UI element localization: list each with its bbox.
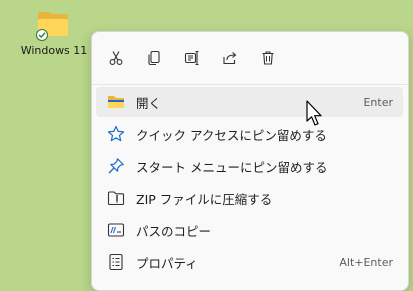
trash-icon: [262, 51, 274, 65]
zip-folder-icon: [106, 188, 126, 208]
menu-item-open[interactable]: 開く Enter: [96, 87, 403, 117]
menu-item-pin-start[interactable]: スタート メニューにピン留めする: [96, 151, 403, 181]
menu-item-shortcut: Alt+Enter: [339, 255, 393, 269]
folder-icon: [106, 92, 126, 112]
star-icon: [106, 124, 126, 144]
rename-button[interactable]: [176, 42, 208, 74]
mouse-cursor-icon: [306, 100, 322, 126]
context-menu-toolbar: [100, 42, 284, 74]
cut-button[interactable]: [100, 42, 132, 74]
menu-item-label: プロパティ: [136, 255, 198, 271]
menu-items: 開く Enter クイック アクセスにピン留めする スタート メニューにピン留め…: [96, 87, 403, 279]
rename-icon: [184, 50, 199, 66]
menu-item-label: パスのコピー: [136, 223, 212, 239]
copy-button[interactable]: [138, 42, 170, 74]
menu-item-label: スタート メニューにピン留めする: [136, 159, 328, 175]
copy-icon: [148, 50, 160, 66]
desktop-icon-label: Windows 11: [20, 44, 88, 57]
menu-item-shortcut: Enter: [363, 95, 393, 109]
share-icon: [223, 52, 237, 65]
sync-checkmark-icon: [36, 29, 48, 41]
copy-path-icon: [106, 220, 126, 240]
scissors-icon: [109, 51, 123, 65]
menu-item-compress-zip[interactable]: ZIP ファイルに圧縮する: [96, 183, 403, 213]
menu-item-pin-quick-access[interactable]: クイック アクセスにピン留めする: [96, 119, 403, 149]
menu-item-label: 開く: [136, 95, 162, 111]
menu-item-copy-path[interactable]: パスのコピー: [96, 215, 403, 245]
delete-button[interactable]: [252, 42, 284, 74]
folder-icon: [36, 12, 70, 41]
pin-icon: [106, 156, 126, 176]
desktop-folder-windows11[interactable]: Windows 11: [18, 12, 90, 57]
share-button[interactable]: [214, 42, 246, 74]
menu-item-properties[interactable]: プロパティ Alt+Enter: [96, 247, 403, 277]
menu-item-label: クイック アクセスにピン留めする: [136, 127, 327, 143]
menu-separator: [92, 84, 408, 85]
context-menu: 開く Enter クイック アクセスにピン留めする スタート メニューにピン留め…: [91, 31, 409, 291]
menu-item-label: ZIP ファイルに圧縮する: [136, 191, 273, 207]
properties-icon: [106, 252, 126, 272]
